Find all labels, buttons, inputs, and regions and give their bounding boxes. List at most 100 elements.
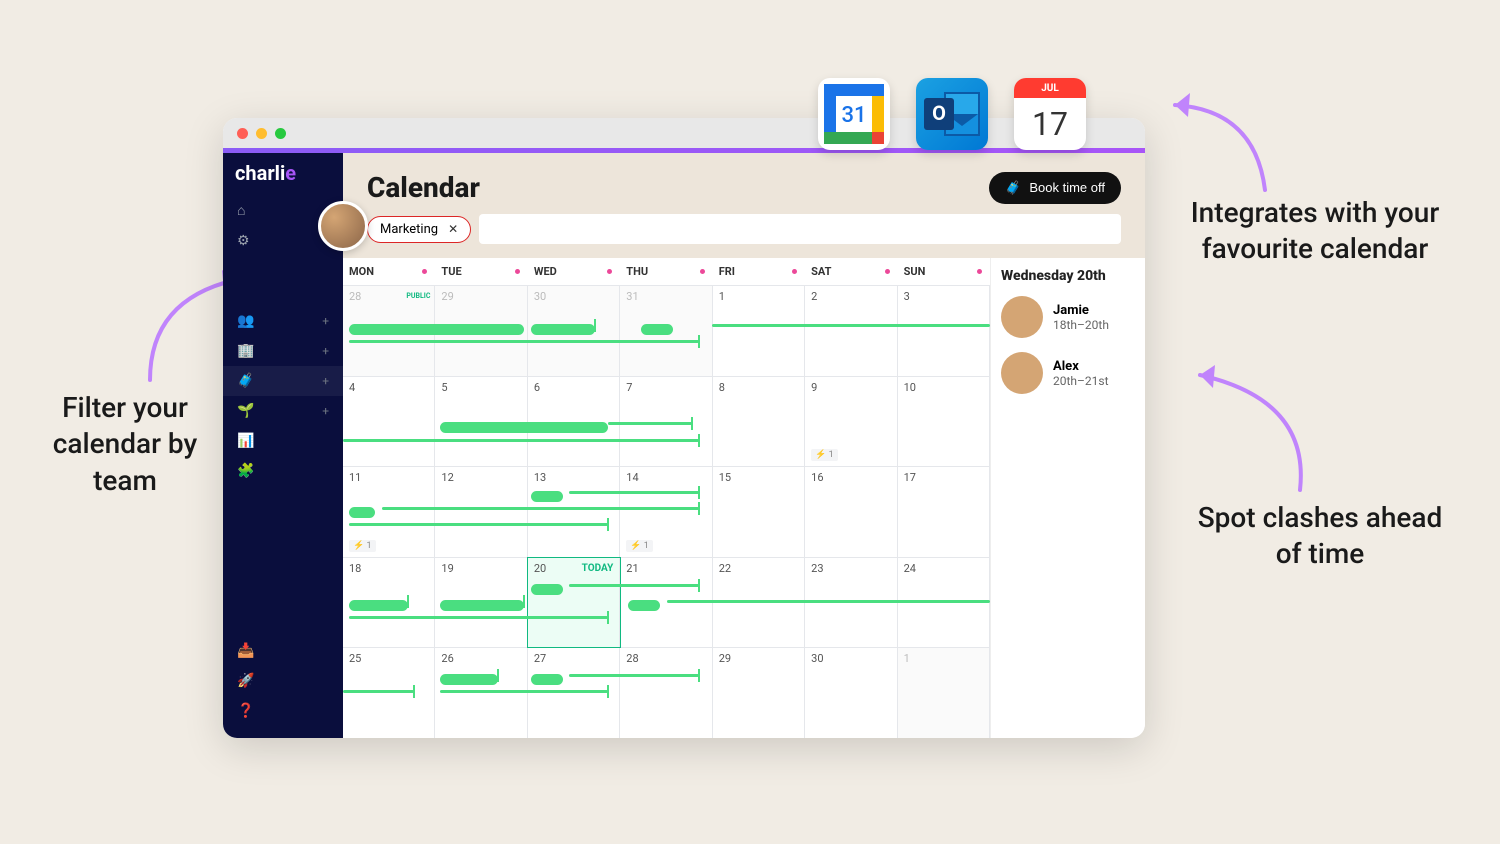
home-icon: ⌂ (237, 202, 245, 219)
day-cell[interactable]: 28 (620, 648, 712, 738)
annotation-filter: Filter your calendar by team (25, 390, 225, 499)
timeoff-bar[interactable] (531, 324, 596, 335)
day-headers: MONTUEWEDTHUFRISATSUN (343, 258, 990, 285)
nav-org[interactable]: 🏢+ (223, 336, 343, 366)
day-header: MON (343, 265, 435, 278)
logo: charlie (223, 161, 343, 185)
timeoff-bar[interactable] (712, 324, 990, 327)
close-window-icon[interactable] (237, 128, 248, 139)
day-cell[interactable]: 16 (805, 467, 897, 557)
plus-icon[interactable]: + (322, 404, 329, 418)
gear-icon: ⚙ (237, 233, 250, 249)
timeoff-bar[interactable] (608, 422, 692, 425)
plus-icon[interactable]: + (322, 344, 329, 358)
user-avatar[interactable] (318, 201, 368, 251)
filter-bar: Marketing ✕ (343, 214, 1145, 258)
filter-input[interactable] (479, 214, 1121, 244)
timeoff-bar[interactable] (343, 690, 414, 693)
day-cell[interactable]: 17 (898, 467, 990, 557)
day-header: THU (620, 265, 712, 278)
day-cell[interactable]: 13 (528, 467, 620, 557)
timeoff-bar[interactable] (349, 523, 608, 526)
day-header: TUE (435, 265, 527, 278)
nav-people[interactable]: 👥+ (223, 306, 343, 336)
plus-icon[interactable]: + (322, 374, 329, 388)
day-cell[interactable]: 29 (713, 648, 805, 738)
timeoff-bar[interactable] (349, 616, 608, 619)
day-cell[interactable]: 1 (898, 648, 990, 738)
integration-icons: 31 O JUL 17 (818, 78, 1086, 150)
plus-icon[interactable]: + (322, 314, 329, 328)
day-cell[interactable]: 1 (713, 286, 805, 376)
day-cell[interactable]: 26 (435, 648, 527, 738)
avatar (1001, 296, 1043, 338)
timeoff-bar[interactable] (349, 324, 524, 335)
day-header: FRI (713, 265, 805, 278)
remove-filter-icon[interactable]: ✕ (448, 222, 458, 236)
person-dates: 18th–20th (1053, 318, 1109, 332)
day-cell[interactable]: 2 (805, 286, 897, 376)
timeoff-bar[interactable] (531, 674, 563, 685)
page-title: Calendar (367, 171, 480, 204)
week-row: 11⚡ 1121314⚡ 1151617 (343, 466, 990, 557)
timeoff-bar[interactable] (349, 507, 375, 518)
day-cell[interactable]: 12 (435, 467, 527, 557)
timeoff-bar[interactable] (667, 600, 991, 603)
timeoff-bar[interactable] (531, 491, 563, 502)
nav-integrations[interactable]: 🧩 (223, 456, 343, 486)
nav-launch[interactable]: 🚀 (223, 666, 343, 696)
timeoff-bar[interactable] (569, 674, 698, 677)
outlook-icon: O (916, 78, 988, 150)
main-content: Calendar 🧳 Book time off Marketing ✕ MON… (343, 153, 1145, 738)
nav-help[interactable]: ❓ (223, 696, 343, 726)
timeoff-bar[interactable] (531, 584, 563, 595)
timeoff-bar[interactable] (569, 491, 698, 494)
day-cell[interactable]: 8 (713, 377, 805, 467)
timeoff-bar[interactable] (349, 340, 698, 343)
timeoff-bar[interactable] (569, 584, 698, 587)
timeoff-bar[interactable] (440, 674, 498, 685)
person-name: Jamie (1053, 303, 1109, 318)
nav-inbox[interactable]: 📥 (223, 636, 343, 666)
day-header: SUN (898, 265, 990, 278)
today-label: TODAY (582, 563, 614, 574)
day-cell[interactable]: 15 (713, 467, 805, 557)
timeoff-bar[interactable] (440, 690, 608, 693)
google-calendar-icon: 31 (818, 78, 890, 150)
person-item[interactable]: Alex20th–21st (1001, 352, 1135, 394)
week-row: 28PUBLIC293031123 (343, 285, 990, 376)
day-cell[interactable]: 20TODAY (528, 558, 620, 648)
person-dates: 20th–21st (1053, 374, 1109, 388)
timeoff-bar[interactable] (628, 600, 660, 611)
day-cell[interactable]: 9⚡ 1 (805, 377, 897, 467)
side-panel-title: Wednesday 20th (1001, 268, 1135, 284)
arrow-right-bot (1170, 360, 1320, 514)
chart-icon: 📊 (237, 433, 254, 449)
timeoff-bar[interactable] (343, 439, 699, 442)
event-count-badge: ⚡ 1 (811, 449, 838, 461)
timeoff-bar[interactable] (349, 600, 407, 611)
day-header: SAT (805, 265, 897, 278)
timeoff-bar[interactable] (440, 422, 608, 433)
timeoff-bar[interactable] (382, 507, 699, 510)
filter-chip-marketing[interactable]: Marketing ✕ (367, 216, 471, 243)
building-icon: 🏢 (237, 343, 254, 359)
nav-reports[interactable]: 📊 (223, 426, 343, 456)
day-cell[interactable]: 10 (898, 377, 990, 467)
person-item[interactable]: Jamie18th–20th (1001, 296, 1135, 338)
day-cell[interactable]: 3 (898, 286, 990, 376)
book-time-off-button[interactable]: 🧳 Book time off (989, 172, 1121, 204)
timeoff-bar[interactable] (440, 600, 524, 611)
nav-growth[interactable]: 🌱+ (223, 396, 343, 426)
svg-text:31: 31 (841, 103, 866, 128)
day-cell[interactable]: 4 (343, 377, 435, 467)
nav-calendar[interactable]: 🧳+ (223, 366, 343, 396)
maximize-window-icon[interactable] (275, 128, 286, 139)
minimize-window-icon[interactable] (256, 128, 267, 139)
app-window: charlie ⌂ ⚙ 👥+ 🏢+ 🧳+ 🌱+ 📊 🧩 📥 🚀 ❓ Calend… (223, 118, 1145, 738)
week-row: 181920TODAY21222324 (343, 557, 990, 648)
day-cell[interactable]: 30 (805, 648, 897, 738)
timeoff-bar[interactable] (641, 324, 673, 335)
day-cell[interactable]: 25 (343, 648, 435, 738)
calendar-weeks: 28PUBLIC293031123456789⚡ 11011⚡ 1121314⚡… (343, 285, 990, 738)
